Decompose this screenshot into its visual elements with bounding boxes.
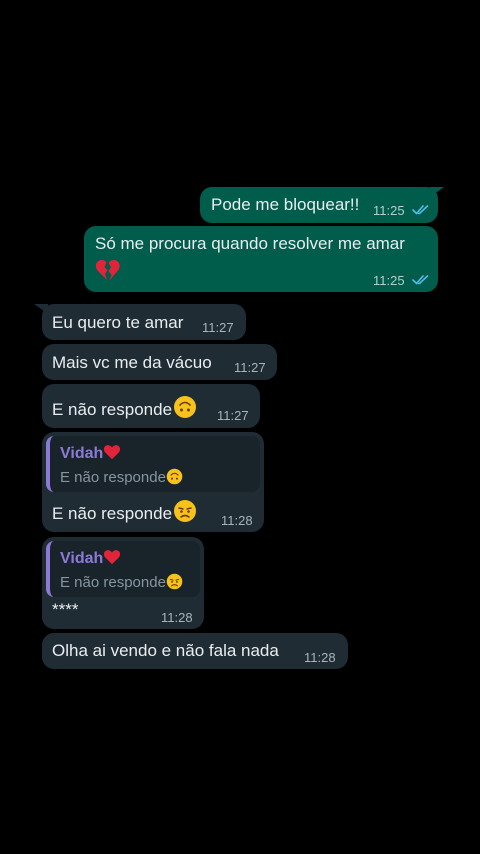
message-bubble-incoming[interactable]: Olha ai vendo e não fala nada 11:28 (42, 633, 348, 669)
message-bubble-incoming-reply[interactable]: Vidah E não responde E não responde 11:2… (42, 432, 264, 532)
message-bubble-incoming[interactable]: Mais vc me da vácuo 11:27 (42, 344, 277, 380)
disappointed-face-icon (166, 573, 183, 590)
heart-icon (103, 444, 121, 460)
message-text-content: E não responde (52, 400, 173, 419)
bubble-tail (430, 187, 444, 197)
message-text: Mais vc me da vácuo (52, 353, 212, 372)
quoted-text: E não responde (60, 468, 183, 486)
message-text: Pode me bloquear!! (211, 195, 360, 214)
message-text: **** (52, 600, 79, 619)
message-time: 11:27 (217, 408, 249, 423)
double-check-icon (412, 274, 430, 285)
message-text: E não responde (52, 395, 197, 420)
quoted-author-name: Vidah (60, 445, 104, 462)
quoted-text-content: E não responde (60, 574, 166, 591)
message-bubble-outgoing[interactable]: Só me procura quando resolver me amar 11… (84, 226, 438, 292)
message-bubble-incoming-reply[interactable]: Vidah E não responde **** 11:28 (42, 537, 204, 629)
message-time: 11:28 (304, 650, 336, 665)
message-bubble-incoming[interactable]: Eu quero te amar 11:27 (42, 304, 246, 340)
upside-down-face-icon (173, 395, 197, 419)
message-text-content: E não responde (52, 504, 173, 523)
message-time: 11:28 (161, 610, 193, 625)
heart-icon (103, 549, 121, 565)
message-text: Eu quero te amar (52, 313, 184, 332)
quoted-text: E não responde (60, 573, 183, 591)
quoted-author-name: Vidah (60, 550, 104, 567)
message-time: 11:27 (202, 320, 234, 335)
quoted-message[interactable]: Vidah E não responde (46, 541, 200, 597)
quoted-author: Vidah (60, 444, 121, 463)
message-bubble-outgoing[interactable]: Pode me bloquear!! 11:25 (200, 187, 438, 223)
message-text: Só me procura quando resolver me amar (95, 234, 405, 253)
message-time: 11:28 (221, 513, 253, 528)
message-time: 11:27 (234, 360, 266, 375)
quoted-text-content: E não responde (60, 469, 166, 486)
disappointed-face-icon (173, 499, 197, 523)
message-text: Olha ai vendo e não fala nada (52, 641, 279, 660)
message-time: 11:25 (373, 203, 405, 218)
quoted-message[interactable]: Vidah E não responde (46, 436, 260, 492)
double-check-icon (412, 204, 430, 215)
broken-heart-icon (95, 258, 121, 282)
upside-down-face-icon (166, 468, 183, 485)
quoted-author: Vidah (60, 549, 121, 568)
message-text: E não responde (52, 499, 197, 524)
message-time: 11:25 (373, 273, 405, 288)
message-bubble-incoming[interactable]: E não responde 11:27 (42, 384, 260, 428)
